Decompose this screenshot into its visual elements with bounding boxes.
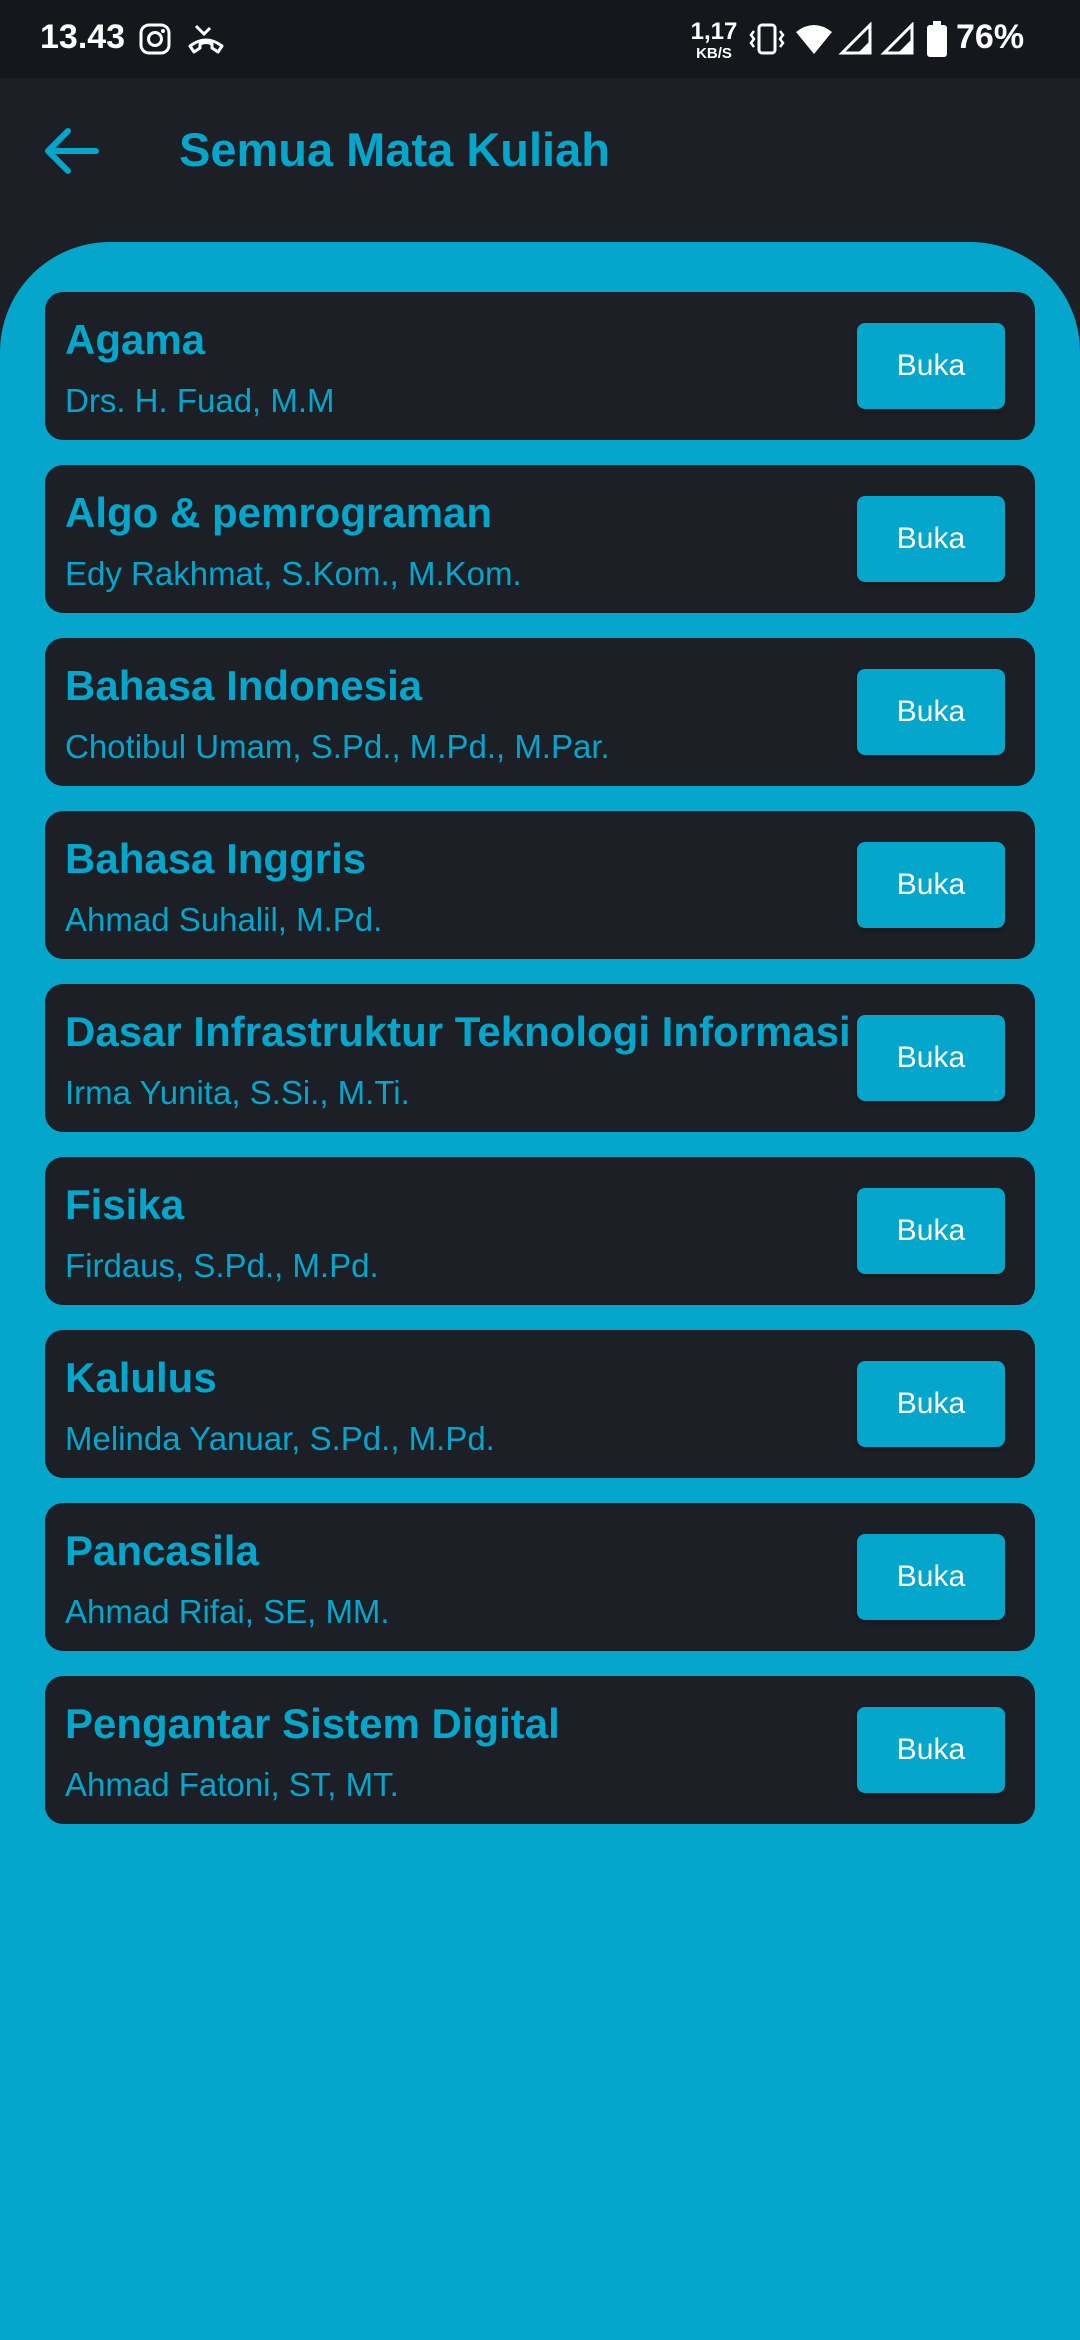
course-card: Fisika Firdaus, S.Pd., M.Pd. Buka — [45, 1157, 1035, 1305]
open-course-button[interactable]: Buka — [857, 1015, 1005, 1101]
course-name: Fisika — [65, 1181, 185, 1228]
course-name: Agama — [65, 316, 206, 363]
course-name: Algo & pemrograman — [65, 489, 493, 536]
open-course-button[interactable]: Buka — [857, 1361, 1005, 1447]
instagram-icon — [138, 22, 172, 61]
lecturer-name: Edy Rakhmat, S.Kom., M.Kom. — [65, 555, 522, 592]
lecturer-name: Irma Yunita, S.Si., M.Ti. — [65, 1074, 410, 1111]
battery-percent: 76% — [956, 18, 1025, 56]
open-course-button[interactable]: Buka — [857, 496, 1005, 582]
course-card: Pengantar Sistem Digital Ahmad Fatoni, S… — [45, 1676, 1035, 1824]
course-card: Bahasa Indonesia Chotibul Umam, S.Pd., M… — [45, 638, 1035, 786]
signal-icon — [880, 21, 916, 61]
lecturer-name: Firdaus, S.Pd., M.Pd. — [65, 1247, 379, 1284]
course-sheet: Agama Drs. H. Fuad, M.M Buka Algo & pemr… — [0, 242, 1080, 2340]
open-course-button[interactable]: Buka — [857, 323, 1005, 409]
signal-icon — [838, 21, 874, 61]
open-course-button[interactable]: Buka — [857, 1188, 1005, 1274]
network-speed-unit: KB/S — [696, 45, 732, 62]
open-course-button[interactable]: Buka — [857, 669, 1005, 755]
course-list: Agama Drs. H. Fuad, M.M Buka Algo & pemr… — [45, 292, 1035, 1849]
network-speed: 1,17 KB/S — [686, 18, 742, 62]
vibrate-icon — [748, 22, 786, 61]
course-card: Agama Drs. H. Fuad, M.M Buka — [45, 292, 1035, 440]
lecturer-name: Drs. H. Fuad, M.M — [65, 382, 335, 419]
course-card: Pancasila Ahmad Rifai, SE, MM. Buka — [45, 1503, 1035, 1651]
course-name: Pancasila — [65, 1527, 259, 1574]
course-name: Dasar Infrastruktur Teknologi Informasi — [65, 1008, 851, 1055]
arrow-left-icon[interactable] — [40, 120, 102, 182]
course-name: Kalulus — [65, 1354, 217, 1401]
course-name: Bahasa Indonesia — [65, 662, 423, 709]
course-card: Bahasa Inggris Ahmad Suhalil, M.Pd. Buka — [45, 811, 1035, 959]
app-bar: Semua Mata Kuliah — [0, 78, 1080, 238]
lecturer-name: Chotibul Umam, S.Pd., M.Pd., M.Par. — [65, 728, 610, 765]
wifi-icon — [794, 22, 834, 61]
course-card: Kalulus Melinda Yanuar, S.Pd., M.Pd. Buk… — [45, 1330, 1035, 1478]
battery-icon — [926, 20, 948, 63]
course-name: Bahasa Inggris — [65, 835, 367, 882]
open-course-button[interactable]: Buka — [857, 842, 1005, 928]
lecturer-name: Ahmad Rifai, SE, MM. — [65, 1593, 390, 1630]
lecturer-name: Ahmad Fatoni, ST, MT. — [65, 1766, 399, 1803]
open-course-button[interactable]: Buka — [857, 1534, 1005, 1620]
status-bar: 13.43 1,17 KB/S 76% — [0, 0, 1080, 78]
course-card: Dasar Infrastruktur Teknologi Informasi … — [45, 984, 1035, 1132]
lecturer-name: Ahmad Suhalil, M.Pd. — [65, 901, 383, 938]
missed-call-icon — [186, 22, 226, 61]
page-title: Semua Mata Kuliah — [179, 123, 610, 176]
course-card: Algo & pemrograman Edy Rakhmat, S.Kom., … — [45, 465, 1035, 613]
status-time: 13.43 — [40, 18, 126, 56]
course-name: Pengantar Sistem Digital — [65, 1700, 560, 1747]
open-course-button[interactable]: Buka — [857, 1707, 1005, 1793]
lecturer-name: Melinda Yanuar, S.Pd., M.Pd. — [65, 1420, 495, 1457]
network-speed-value: 1,17 — [690, 18, 738, 45]
